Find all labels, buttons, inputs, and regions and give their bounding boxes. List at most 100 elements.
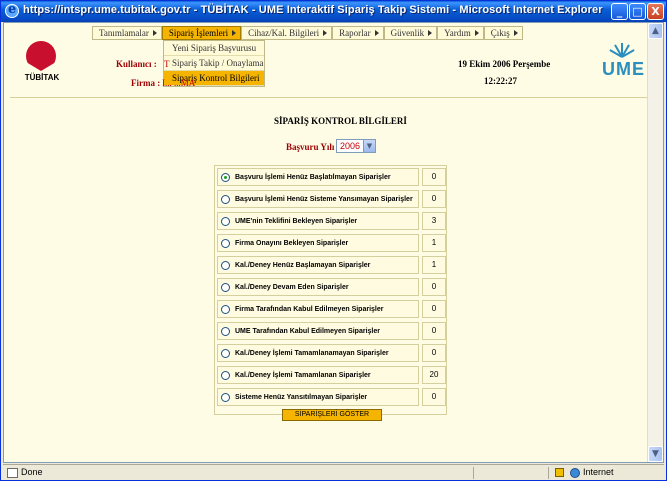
security-zone: Internet <box>583 467 614 477</box>
tubitak-logo-mark <box>26 41 56 71</box>
order-status-option[interactable]: UME Tarafından Kabul Edilmeyen Siparişle… <box>217 322 419 340</box>
radio-button[interactable] <box>221 304 230 314</box>
order-count: 1 <box>422 234 446 252</box>
option-label: Firma Onayını Bekleyen Siparişler <box>235 239 349 247</box>
year-label: Başvuru Yılı : <box>286 142 340 152</box>
radio-button[interactable] <box>221 282 230 292</box>
order-count: 1 <box>422 256 446 274</box>
order-status-option[interactable]: Firma Tarafından Kabul Edilmeyen Sipariş… <box>217 300 419 318</box>
order-count: 3 <box>422 212 446 230</box>
year-select[interactable]: 2006 ▼ <box>336 139 376 153</box>
menu-label: Sipariş İşlemleri <box>168 28 229 38</box>
page-icon <box>7 468 18 478</box>
radio-button[interactable] <box>221 370 230 380</box>
kullanici-value: T <box>164 59 170 69</box>
radio-button[interactable] <box>221 172 230 182</box>
ume-logo-rays <box>604 37 640 58</box>
menu-arrow-icon <box>374 30 379 36</box>
chevron-down-icon[interactable]: ▼ <box>363 140 375 152</box>
scroll-up-icon[interactable]: ▲ <box>648 23 663 39</box>
status-text: Done <box>21 467 43 477</box>
vertical-scrollbar[interactable]: ▲ ▼ <box>647 23 663 462</box>
order-count: 0 <box>422 322 446 340</box>
radio-button[interactable] <box>221 326 230 336</box>
menu-raporlar[interactable]: Raporlar <box>332 26 384 40</box>
table-row: Başvuru İşlemi Henüz Başlatılmayan Sipar… <box>215 167 448 188</box>
menu-label: Cihaz/Kal. Bilgileri <box>248 28 320 38</box>
table-row: Sisteme Henüz Yansıtılmayan Siparişler 0 <box>215 387 448 408</box>
menu-label: Çıkış <box>490 28 510 38</box>
order-count: 0 <box>422 388 446 406</box>
order-status-option[interactable]: Firma Onayını Bekleyen Siparişler <box>217 234 419 252</box>
order-count: 0 <box>422 190 446 208</box>
option-label: Sisteme Henüz Yansıtılmayan Siparişler <box>235 393 368 401</box>
minimize-button[interactable]: _ <box>611 3 628 20</box>
table-row: Kal./Deney Henüz Başlamayan Siparişler 1 <box>215 255 448 276</box>
radio-button[interactable] <box>221 392 230 402</box>
order-status-option[interactable]: Başvuru İşlemi Henüz Sisteme Yansımayan … <box>217 190 419 208</box>
order-status-option[interactable]: Kal./Deney İşlemi Tamamlanan Siparişler <box>217 366 419 384</box>
menu-cihaz-kal-bilgileri[interactable]: Cihaz/Kal. Bilgileri <box>241 26 333 40</box>
menu-yardim[interactable]: Yardım <box>437 26 484 40</box>
option-label: Başvuru İşlemi Henüz Başlatılmayan Sipar… <box>235 173 391 181</box>
menu-tanimlamalar[interactable]: Tanımlamalar <box>92 26 162 40</box>
order-count: 20 <box>422 366 446 384</box>
order-status-option[interactable]: Başvuru İşlemi Henüz Başlatılmayan Sipar… <box>217 168 419 186</box>
status-bar: Done Internet <box>3 464 664 480</box>
menu-label: Raporlar <box>339 28 371 38</box>
maximize-button[interactable]: □ <box>629 3 646 20</box>
option-label: Kal./Deney İşlemi Tamamlanamayan Sipariş… <box>235 349 389 357</box>
radio-button[interactable] <box>221 216 230 226</box>
scroll-down-icon[interactable]: ▼ <box>648 446 663 462</box>
dropdown-item-siparis-takip[interactable]: Sipariş Takip / Onaylama <box>164 56 264 71</box>
order-status-table: Başvuru İşlemi Henüz Başlatılmayan Sipar… <box>214 165 447 415</box>
status-divider <box>473 467 474 479</box>
menu-arrow-icon <box>428 30 433 36</box>
radio-button[interactable] <box>221 260 230 270</box>
order-status-option[interactable]: Kal./Deney Devam Eden Siparişler <box>217 278 419 296</box>
option-label: Firma Tarafından Kabul Edilmeyen Sipariş… <box>235 305 384 313</box>
dropdown-item-yeni-siparis[interactable]: Yeni Sipariş Başvurusu <box>164 41 264 56</box>
menu-label: Yardım <box>444 28 471 38</box>
tubitak-logo: TÜBİTAK <box>20 41 64 89</box>
order-count: 0 <box>422 278 446 296</box>
table-row: Firma Tarafından Kabul Edilmeyen Sipariş… <box>215 299 448 320</box>
main-menu: Tanımlamalar Sipariş İşlemleri Cihaz/Kal… <box>92 26 523 40</box>
table-row: Kal./Deney Devam Eden Siparişler 0 <box>215 277 448 298</box>
page-content: TÜBİTAK UME Tanımlamalar Sipariş İşlemle… <box>3 22 664 463</box>
kullanici-label: Kullanıcı : <box>116 59 157 69</box>
show-orders-button[interactable]: SİPARİŞLERİ GÖSTER <box>282 409 382 421</box>
option-label: Kal./Deney Henüz Başlamayan Siparişler <box>235 261 371 269</box>
order-count: 0 <box>422 168 446 186</box>
menu-label: Tanımlamalar <box>99 28 149 38</box>
page-title: SİPARİŞ KONTROL BİLGİLERİ <box>274 116 407 126</box>
globe-icon <box>570 468 580 478</box>
radio-button[interactable] <box>221 238 230 248</box>
header-divider <box>10 97 650 98</box>
option-label: UME'nin Teklifini Bekleyen Siparişler <box>235 217 358 225</box>
table-row: Kal./Deney İşlemi Tamamlanan Siparişler … <box>215 365 448 386</box>
order-status-option[interactable]: Sisteme Henüz Yansıtılmayan Siparişler <box>217 388 419 406</box>
menu-cikis[interactable]: Çıkış <box>483 26 523 40</box>
order-status-option[interactable]: Kal./Deney İşlemi Tamamlanamayan Sipariş… <box>217 344 419 362</box>
menu-siparis-islemleri[interactable]: Sipariş İşlemleri <box>161 26 242 40</box>
browser-window: https://intspr.ume.tubitak.gov.tr - TÜBİ… <box>0 0 667 481</box>
order-status-option[interactable]: Kal./Deney Henüz Başlamayan Siparişler <box>217 256 419 274</box>
table-row: Firma Onayını Bekleyen Siparişler 1 <box>215 233 448 254</box>
menu-arrow-icon <box>474 30 479 36</box>
window-title: https://intspr.ume.tubitak.gov.tr - TÜBİ… <box>23 4 603 16</box>
firma-value: I... ...MA <box>162 78 196 88</box>
menu-arrow-icon <box>513 30 518 36</box>
order-status-option[interactable]: UME'nin Teklifini Bekleyen Siparişler <box>217 212 419 230</box>
close-button[interactable]: X <box>647 3 664 20</box>
radio-button[interactable] <box>221 348 230 358</box>
radio-button[interactable] <box>221 194 230 204</box>
menu-arrow-icon <box>152 30 157 36</box>
status-divider <box>548 467 549 479</box>
table-row: Başvuru İşlemi Henüz Sisteme Yansımayan … <box>215 189 448 210</box>
option-label: Başvuru İşlemi Henüz Sisteme Yansımayan … <box>235 195 413 203</box>
lock-icon <box>555 468 564 477</box>
order-count: 0 <box>422 300 446 318</box>
menu-guvenlik[interactable]: Güvenlik <box>383 26 438 40</box>
option-label: Kal./Deney Devam Eden Siparişler <box>235 283 349 291</box>
